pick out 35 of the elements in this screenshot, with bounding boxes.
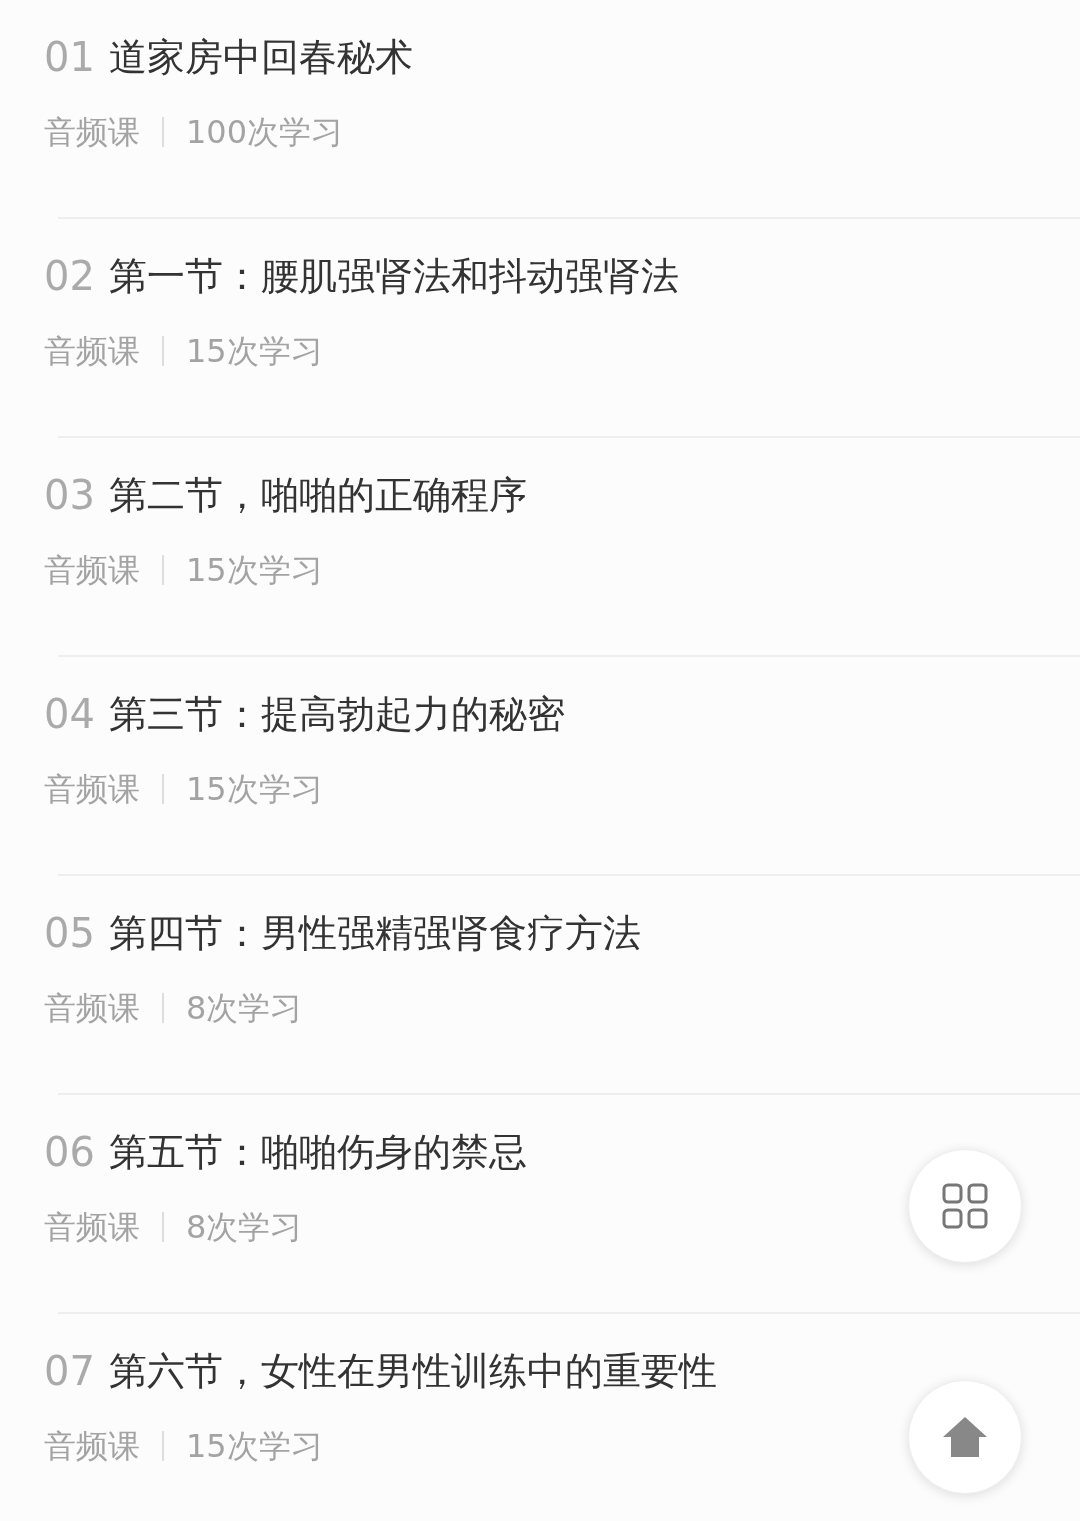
study-count: 8次学习 (186, 1207, 303, 1248)
lesson-title: 第二节，啪啪的正确程序 (108, 472, 527, 519)
home-icon (941, 1415, 989, 1459)
lesson-title: 第三节：提高勃起力的秘密 (108, 691, 565, 738)
lesson-type: 音频课 (44, 550, 140, 591)
lesson-type: 音频课 (44, 769, 140, 810)
grid-icon (942, 1183, 988, 1229)
study-count: 100次学习 (186, 112, 344, 153)
lesson-title: 第六节，女性在男性训练中的重要性 (108, 1348, 717, 1395)
lesson-type: 音频课 (44, 988, 140, 1029)
study-count: 15次学习 (186, 550, 323, 591)
lesson-item[interactable]: 03 第二节，啪啪的正确程序 音频课 15次学习 (0, 438, 1080, 657)
study-count: 8次学习 (186, 988, 303, 1029)
study-count: 15次学习 (186, 1426, 323, 1467)
lesson-type: 音频课 (44, 1426, 140, 1467)
lesson-number: 01 (44, 33, 95, 82)
lesson-number: 07 (44, 1347, 95, 1396)
lesson-number: 06 (44, 1128, 95, 1177)
lesson-number: 05 (44, 909, 95, 958)
lesson-title: 第四节：男性强精强肾食疗方法 (108, 910, 641, 957)
lesson-title: 第五节：啪啪伤身的禁忌 (108, 1129, 527, 1176)
lesson-item[interactable]: 05 第四节：男性强精强肾食疗方法 音频课 8次学习 (0, 876, 1080, 1095)
lesson-title: 道家房中回春秘术 (108, 34, 413, 81)
study-count: 15次学习 (186, 331, 323, 372)
lesson-number: 04 (44, 690, 95, 739)
lesson-number: 02 (44, 252, 95, 301)
study-count: 15次学习 (186, 769, 323, 810)
lesson-type: 音频课 (44, 1207, 140, 1248)
lesson-item[interactable]: 01 道家房中回春秘术 音频课 100次学习 (0, 0, 1080, 219)
lesson-title: 第一节：腰肌强肾法和抖动强肾法 (108, 253, 679, 300)
lesson-item[interactable]: 04 第三节：提高勃起力的秘密 音频课 15次学习 (0, 657, 1080, 876)
lesson-item[interactable]: 02 第一节：腰肌强肾法和抖动强肾法 音频课 15次学习 (0, 219, 1080, 438)
lesson-number: 03 (44, 471, 95, 520)
lesson-type: 音频课 (44, 112, 140, 153)
lesson-type: 音频课 (44, 331, 140, 372)
